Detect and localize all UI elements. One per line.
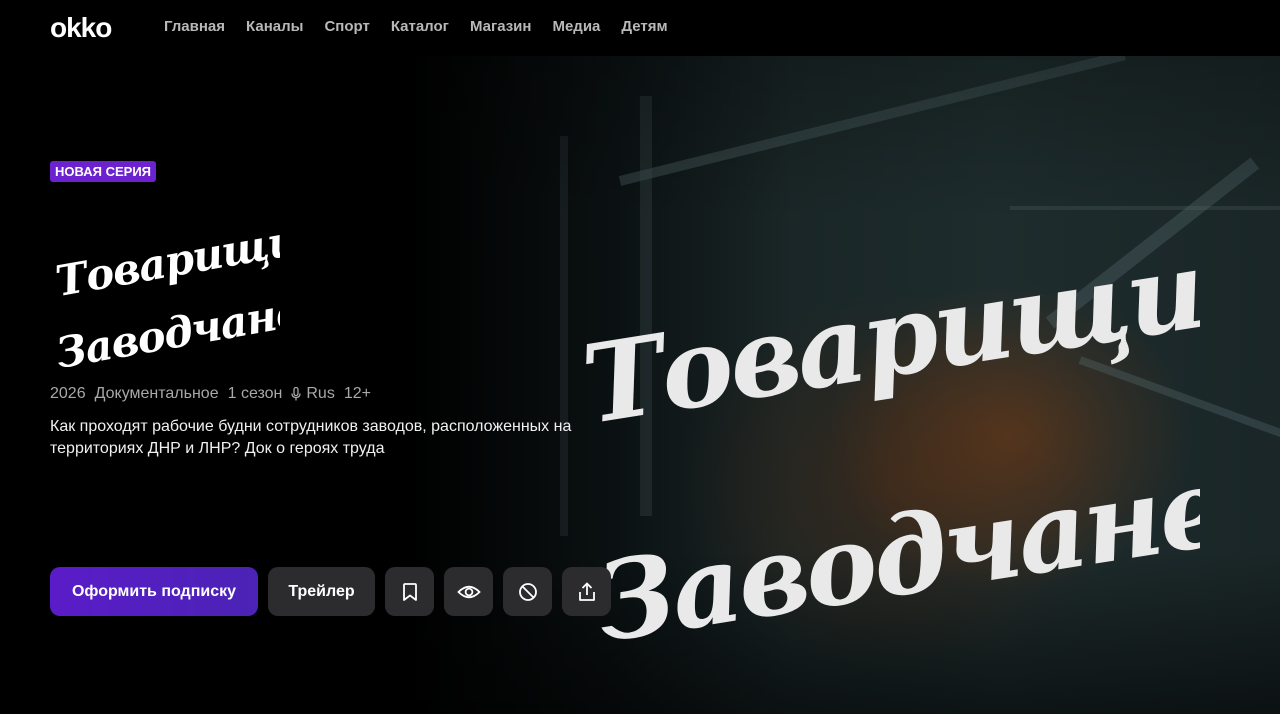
hero-title-artwork: Товарищи, Заводчане! <box>575 221 1200 665</box>
main-nav: Главная Каналы Спорт Каталог Магазин Мед… <box>164 18 668 35</box>
meta-season: 1 сезон <box>227 385 283 402</box>
show-title-logo: Товарищи, Заводчане! <box>52 213 280 370</box>
meta-genre: Документальное <box>94 385 219 402</box>
bookmark-icon <box>402 582 417 601</box>
hero-actions: Оформить подписку Трейлер <box>50 567 611 616</box>
okko-logo[interactable]: okko <box>50 12 112 44</box>
hero-title-art-line2: Заводчане! <box>588 437 1200 665</box>
show-description: Как проходят рабочие будни сотрудников з… <box>50 418 572 457</box>
meta-audio-label: Rus <box>306 385 335 402</box>
eye-icon <box>456 585 481 598</box>
new-episode-badge: НОВАЯ СЕРИЯ <box>50 161 157 182</box>
share-button[interactable] <box>562 567 611 616</box>
nav-item-home[interactable]: Главная <box>164 18 225 35</box>
nav-item-sport[interactable]: Спорт <box>324 18 369 35</box>
bookmark-button[interactable] <box>385 567 434 616</box>
meta-audio: Rus <box>291 385 335 403</box>
nav-item-store[interactable]: Магазин <box>470 18 532 35</box>
show-title-line1: Товарищи, <box>52 213 280 306</box>
nav-item-catalog[interactable]: Каталог <box>391 18 449 35</box>
not-interested-button[interactable] <box>503 567 552 616</box>
hero-title-art-line1: Товарищи, <box>575 221 1200 449</box>
meta-age-rating: 12+ <box>343 385 371 402</box>
nav-item-media[interactable]: Медиа <box>552 18 600 35</box>
top-navigation-bar: okko Главная Каналы Спорт Каталог Магази… <box>0 0 1280 56</box>
subscribe-button[interactable]: Оформить подписку <box>50 567 258 616</box>
trailer-button[interactable]: Трейлер <box>268 567 375 616</box>
microphone-icon <box>291 387 302 401</box>
block-icon <box>518 582 537 601</box>
nav-item-channels[interactable]: Каналы <box>246 18 303 35</box>
share-icon <box>578 582 595 601</box>
meta-year: 2026 <box>50 385 86 402</box>
nav-item-kids[interactable]: Детям <box>621 18 667 35</box>
watched-button[interactable] <box>444 567 493 616</box>
show-meta: 2026 Документальное 1 сезон Rus 12+ <box>50 385 371 403</box>
